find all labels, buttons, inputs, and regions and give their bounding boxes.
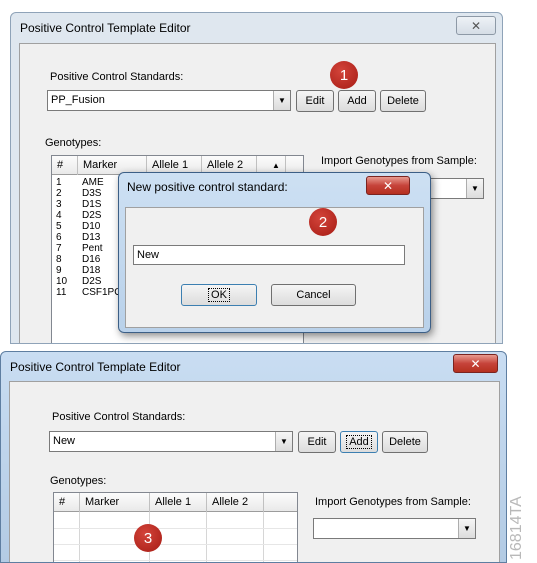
chevron-down-icon[interactable]: ▼ xyxy=(273,91,290,110)
import-genotypes-label: Import Genotypes from Sample: xyxy=(321,155,477,167)
row-marker: Pent xyxy=(82,243,103,254)
bottom-window-title: Positive Control Template Editor xyxy=(10,360,181,374)
callout-1: 1 xyxy=(330,61,358,89)
bottom-editor-window: Positive Control Template Editor ✕ Posit… xyxy=(0,351,507,563)
chevron-down-icon[interactable]: ▼ xyxy=(458,519,475,538)
cancel-button[interactable]: Cancel xyxy=(271,284,356,306)
dialog-title: New positive control standard: xyxy=(127,180,288,194)
top-window-titlebar[interactable]: Positive Control Template Editor ✕ xyxy=(11,13,502,41)
dialog-close-button[interactable]: ✕ xyxy=(366,176,410,195)
chevron-up-icon: ▲ xyxy=(272,161,280,170)
row-number: 2 xyxy=(56,188,62,199)
col-header-num[interactable]: # xyxy=(52,156,78,175)
genotypes-grid[interactable]: # Marker Allele 1 Allele 2 xyxy=(53,492,298,562)
standards-combo-value: PP_Fusion xyxy=(51,94,105,106)
row-marker: D1S xyxy=(82,199,102,210)
row-number: 9 xyxy=(56,265,62,276)
standards-combo-value: New xyxy=(53,435,76,447)
top-window-close-button[interactable]: ✕ xyxy=(456,16,496,35)
close-icon: ✕ xyxy=(470,18,482,33)
row-marker: D3S xyxy=(82,188,102,199)
add-button[interactable]: Add xyxy=(340,431,378,453)
top-window-title: Positive Control Template Editor xyxy=(20,21,191,35)
row-number: 11 xyxy=(56,287,67,298)
ok-button[interactable]: OK xyxy=(181,284,257,306)
row-marker: AME xyxy=(82,177,104,188)
row-marker: D13 xyxy=(82,232,101,243)
delete-button[interactable]: Delete xyxy=(380,90,426,112)
bottom-window-close-button[interactable]: ✕ xyxy=(453,354,498,373)
col-header-allele2[interactable]: Allele 2 xyxy=(207,493,264,512)
callout-2: 2 xyxy=(309,208,337,236)
row-number: 4 xyxy=(56,210,62,221)
genotypes-label: Genotypes: xyxy=(45,137,102,149)
standards-label: Positive Control Standards: xyxy=(50,71,184,83)
row-marker: D16 xyxy=(82,254,101,265)
chevron-down-icon[interactable]: ▼ xyxy=(275,432,292,451)
delete-button[interactable]: Delete xyxy=(382,431,428,453)
row-number: 5 xyxy=(56,221,62,232)
row-marker: D18 xyxy=(82,265,101,276)
row-number: 10 xyxy=(56,276,68,287)
bottom-window-client: Positive Control Standards: New ▼ Edit A… xyxy=(9,381,500,562)
row-number: 1 xyxy=(56,177,62,188)
standards-combo[interactable]: New ▼ xyxy=(49,431,293,452)
callout-3: 3 xyxy=(134,524,162,552)
row-marker: D2S xyxy=(82,210,102,221)
row-number: 7 xyxy=(56,243,62,254)
row-marker: D10 xyxy=(82,221,101,232)
row-number: 8 xyxy=(56,254,62,265)
row-number: 3 xyxy=(56,199,62,210)
col-header-allele1[interactable]: Allele 1 xyxy=(150,493,207,512)
edit-button[interactable]: Edit xyxy=(298,431,336,453)
col-header-marker[interactable]: Marker xyxy=(80,493,150,512)
dialog-client: New OK Cancel xyxy=(125,207,424,328)
import-sample-combo[interactable]: ▼ xyxy=(313,518,476,539)
bottom-window-titlebar[interactable]: Positive Control Template Editor ✕ xyxy=(1,352,506,380)
chevron-down-icon[interactable]: ▼ xyxy=(466,179,483,198)
new-standard-input-value: New xyxy=(137,249,160,261)
grid-header: # Marker Allele 1 Allele 2 xyxy=(54,493,297,512)
genotypes-label: Genotypes: xyxy=(50,475,107,487)
row-marker: D2S xyxy=(82,276,102,287)
new-standard-input[interactable]: New xyxy=(133,245,405,265)
row-marker: CSF1PO xyxy=(82,287,123,298)
row-number: 6 xyxy=(56,232,62,243)
figure-id: 16814TA xyxy=(508,496,525,560)
close-icon: ✕ xyxy=(382,178,394,193)
new-standard-dialog: New positive control standard: ✕ New OK … xyxy=(118,172,431,333)
add-button[interactable]: Add xyxy=(338,90,376,112)
col-header-num[interactable]: # xyxy=(54,493,80,512)
standards-label: Positive Control Standards: xyxy=(52,411,186,423)
edit-button[interactable]: Edit xyxy=(296,90,334,112)
standards-combo[interactable]: PP_Fusion ▼ xyxy=(47,90,291,111)
import-genotypes-label: Import Genotypes from Sample: xyxy=(315,496,471,508)
close-icon: ✕ xyxy=(470,356,481,371)
